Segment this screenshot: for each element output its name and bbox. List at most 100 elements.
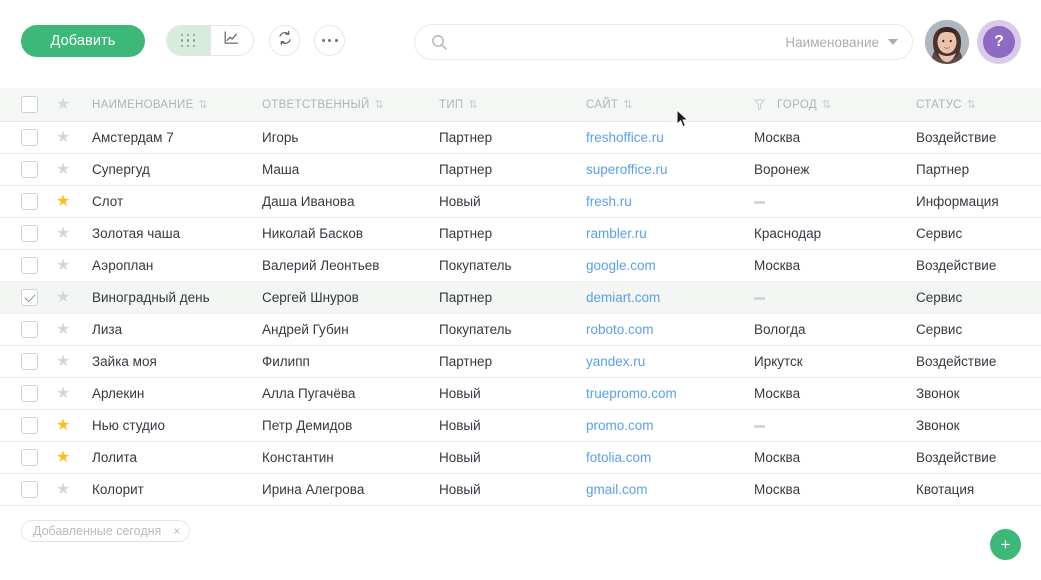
site-link[interactable]: roboto.com xyxy=(586,322,654,337)
row-checkbox-cell[interactable] xyxy=(21,417,43,434)
table-row[interactable]: ★ Зайка моя Филипп Партнер yandex.ru Иркутск В… xyxy=(0,346,1041,378)
row-checkbox[interactable] xyxy=(21,481,38,498)
cell-site[interactable]: roboto.com xyxy=(586,322,754,337)
star-icon[interactable]: ★ xyxy=(56,321,70,338)
site-link[interactable]: promo.com xyxy=(586,418,654,433)
star-icon[interactable]: ★ xyxy=(56,289,70,306)
site-link[interactable]: google.com xyxy=(586,258,656,273)
cell-site[interactable]: rambler.ru xyxy=(586,226,754,241)
close-icon[interactable]: × xyxy=(173,524,180,538)
row-favorite-cell[interactable]: ★ xyxy=(56,385,86,402)
sort-icon[interactable]: ⇅ xyxy=(623,98,632,111)
cell-site[interactable]: fresh.ru xyxy=(586,194,754,209)
sort-icon[interactable]: ⇅ xyxy=(199,98,208,111)
add-record-fab[interactable]: + xyxy=(990,529,1021,560)
row-checkbox-cell[interactable] xyxy=(21,321,43,338)
site-link[interactable]: rambler.ru xyxy=(586,226,647,241)
row-favorite-cell[interactable]: ★ xyxy=(56,353,86,370)
row-favorite-cell[interactable]: ★ xyxy=(56,193,86,210)
row-checkbox-cell[interactable] xyxy=(21,481,43,498)
site-link[interactable]: gmail.com xyxy=(586,482,648,497)
filter-chip[interactable]: Добавленные сегодня × xyxy=(21,520,191,542)
site-link[interactable]: superoffice.ru xyxy=(586,162,668,177)
site-link[interactable]: fotolia.com xyxy=(586,450,651,465)
row-checkbox[interactable] xyxy=(21,289,38,306)
row-checkbox-cell[interactable] xyxy=(21,385,43,402)
row-checkbox[interactable] xyxy=(21,225,38,242)
star-icon[interactable]: ★ xyxy=(56,193,70,210)
star-icon[interactable]: ★ xyxy=(56,449,70,466)
more-options-button[interactable] xyxy=(314,25,345,56)
star-icon[interactable]: ★ xyxy=(56,161,70,178)
row-checkbox-cell[interactable] xyxy=(21,353,43,370)
site-link[interactable]: freshoffice.ru xyxy=(586,130,664,145)
row-checkbox[interactable] xyxy=(21,449,38,466)
table-row[interactable]: ★ Нью студио Петр Демидов Новый promo.com Зво… xyxy=(0,410,1041,442)
row-favorite-cell[interactable]: ★ xyxy=(56,481,86,498)
avatar[interactable] xyxy=(925,20,969,64)
search-filter-dropdown[interactable]: Наименование xyxy=(785,25,898,59)
search-input[interactable] xyxy=(457,25,787,59)
table-row[interactable]: ★ Супергуд Маша Партнер superoffice.ru Вороне… xyxy=(0,154,1041,186)
star-icon[interactable]: ★ xyxy=(56,225,70,242)
row-checkbox-cell[interactable] xyxy=(21,449,43,466)
column-header-responsible[interactable]: ОТВЕТСТВЕННЫЙ ⇅ xyxy=(262,98,439,112)
row-checkbox-cell[interactable] xyxy=(21,225,43,242)
row-checkbox[interactable] xyxy=(21,129,38,146)
cell-site[interactable]: gmail.com xyxy=(586,482,754,497)
site-link[interactable]: demiart.com xyxy=(586,290,660,305)
column-header-type[interactable]: ТИП ⇅ xyxy=(439,98,586,112)
star-icon[interactable]: ★ xyxy=(56,129,70,146)
star-icon[interactable]: ★ xyxy=(56,257,70,274)
row-checkbox-cell[interactable] xyxy=(21,129,43,146)
select-all-checkbox-cell[interactable] xyxy=(21,96,43,113)
row-checkbox[interactable] xyxy=(21,257,38,274)
row-checkbox[interactable] xyxy=(21,353,38,370)
column-header-site[interactable]: САЙТ ⇅ xyxy=(586,98,754,112)
row-checkbox[interactable] xyxy=(21,161,38,178)
select-all-checkbox[interactable] xyxy=(21,96,38,113)
table-row[interactable]: ★ Колорит Ирина Алегрова Новый gmail.com Моск… xyxy=(0,474,1041,506)
row-favorite-cell[interactable]: ★ xyxy=(56,161,86,178)
filter-icon[interactable] xyxy=(754,99,765,110)
column-header-city[interactable]: ГОРОД ⇅ xyxy=(754,98,916,111)
site-link[interactable]: fresh.ru xyxy=(586,194,632,209)
view-chart-button[interactable] xyxy=(209,26,253,55)
view-switcher[interactable] xyxy=(166,25,254,56)
row-favorite-cell[interactable]: ★ xyxy=(56,225,86,242)
add-button[interactable]: Добавить xyxy=(21,25,145,57)
column-header-status[interactable]: СТАТУС ⇅ xyxy=(916,98,1041,112)
row-favorite-cell[interactable]: ★ xyxy=(56,321,86,338)
cell-site[interactable]: demiart.com xyxy=(586,290,754,305)
row-checkbox-cell[interactable] xyxy=(21,289,43,306)
search-bar[interactable]: Наименование xyxy=(414,24,913,60)
cell-site[interactable]: google.com xyxy=(586,258,754,273)
help-button[interactable]: ? xyxy=(977,20,1021,64)
table-row[interactable]: ★ Лолита Константин Новый fotolia.com Москва В… xyxy=(0,442,1041,474)
table-row[interactable]: ★ Арлекин Алла Пугачёва Новый truepromo.com М… xyxy=(0,378,1041,410)
view-grid-button[interactable] xyxy=(167,26,210,55)
row-checkbox-cell[interactable] xyxy=(21,257,43,274)
row-checkbox-cell[interactable] xyxy=(21,161,43,178)
cell-site[interactable]: freshoffice.ru xyxy=(586,130,754,145)
table-row[interactable]: ★ Амстердам 7 Игорь Партнер freshoffice.ru Мо… xyxy=(0,122,1041,154)
table-row[interactable]: ★ Лиза Андрей Губин Покупатель roboto.com Вол… xyxy=(0,314,1041,346)
cell-site[interactable]: truepromo.com xyxy=(586,386,754,401)
site-link[interactable]: yandex.ru xyxy=(586,354,645,369)
sort-icon[interactable]: ⇅ xyxy=(468,98,477,111)
star-icon[interactable]: ★ xyxy=(56,385,70,402)
sort-icon[interactable]: ⇅ xyxy=(375,98,384,111)
site-link[interactable]: truepromo.com xyxy=(586,386,677,401)
row-checkbox-cell[interactable] xyxy=(21,193,43,210)
row-favorite-cell[interactable]: ★ xyxy=(56,417,86,434)
table-row[interactable]: ★ Виноградный день Сергей Шнуров Партнер dem… xyxy=(0,282,1041,314)
row-checkbox[interactable] xyxy=(21,193,38,210)
cell-site[interactable]: superoffice.ru xyxy=(586,162,754,177)
cell-site[interactable]: promo.com xyxy=(586,418,754,433)
column-header-name[interactable]: НАИМЕНОВАНИЕ ⇅ xyxy=(92,98,262,112)
star-icon[interactable]: ★ xyxy=(56,417,70,434)
row-favorite-cell[interactable]: ★ xyxy=(56,449,86,466)
row-favorite-cell[interactable]: ★ xyxy=(56,289,86,306)
row-checkbox[interactable] xyxy=(21,385,38,402)
row-favorite-cell[interactable]: ★ xyxy=(56,257,86,274)
